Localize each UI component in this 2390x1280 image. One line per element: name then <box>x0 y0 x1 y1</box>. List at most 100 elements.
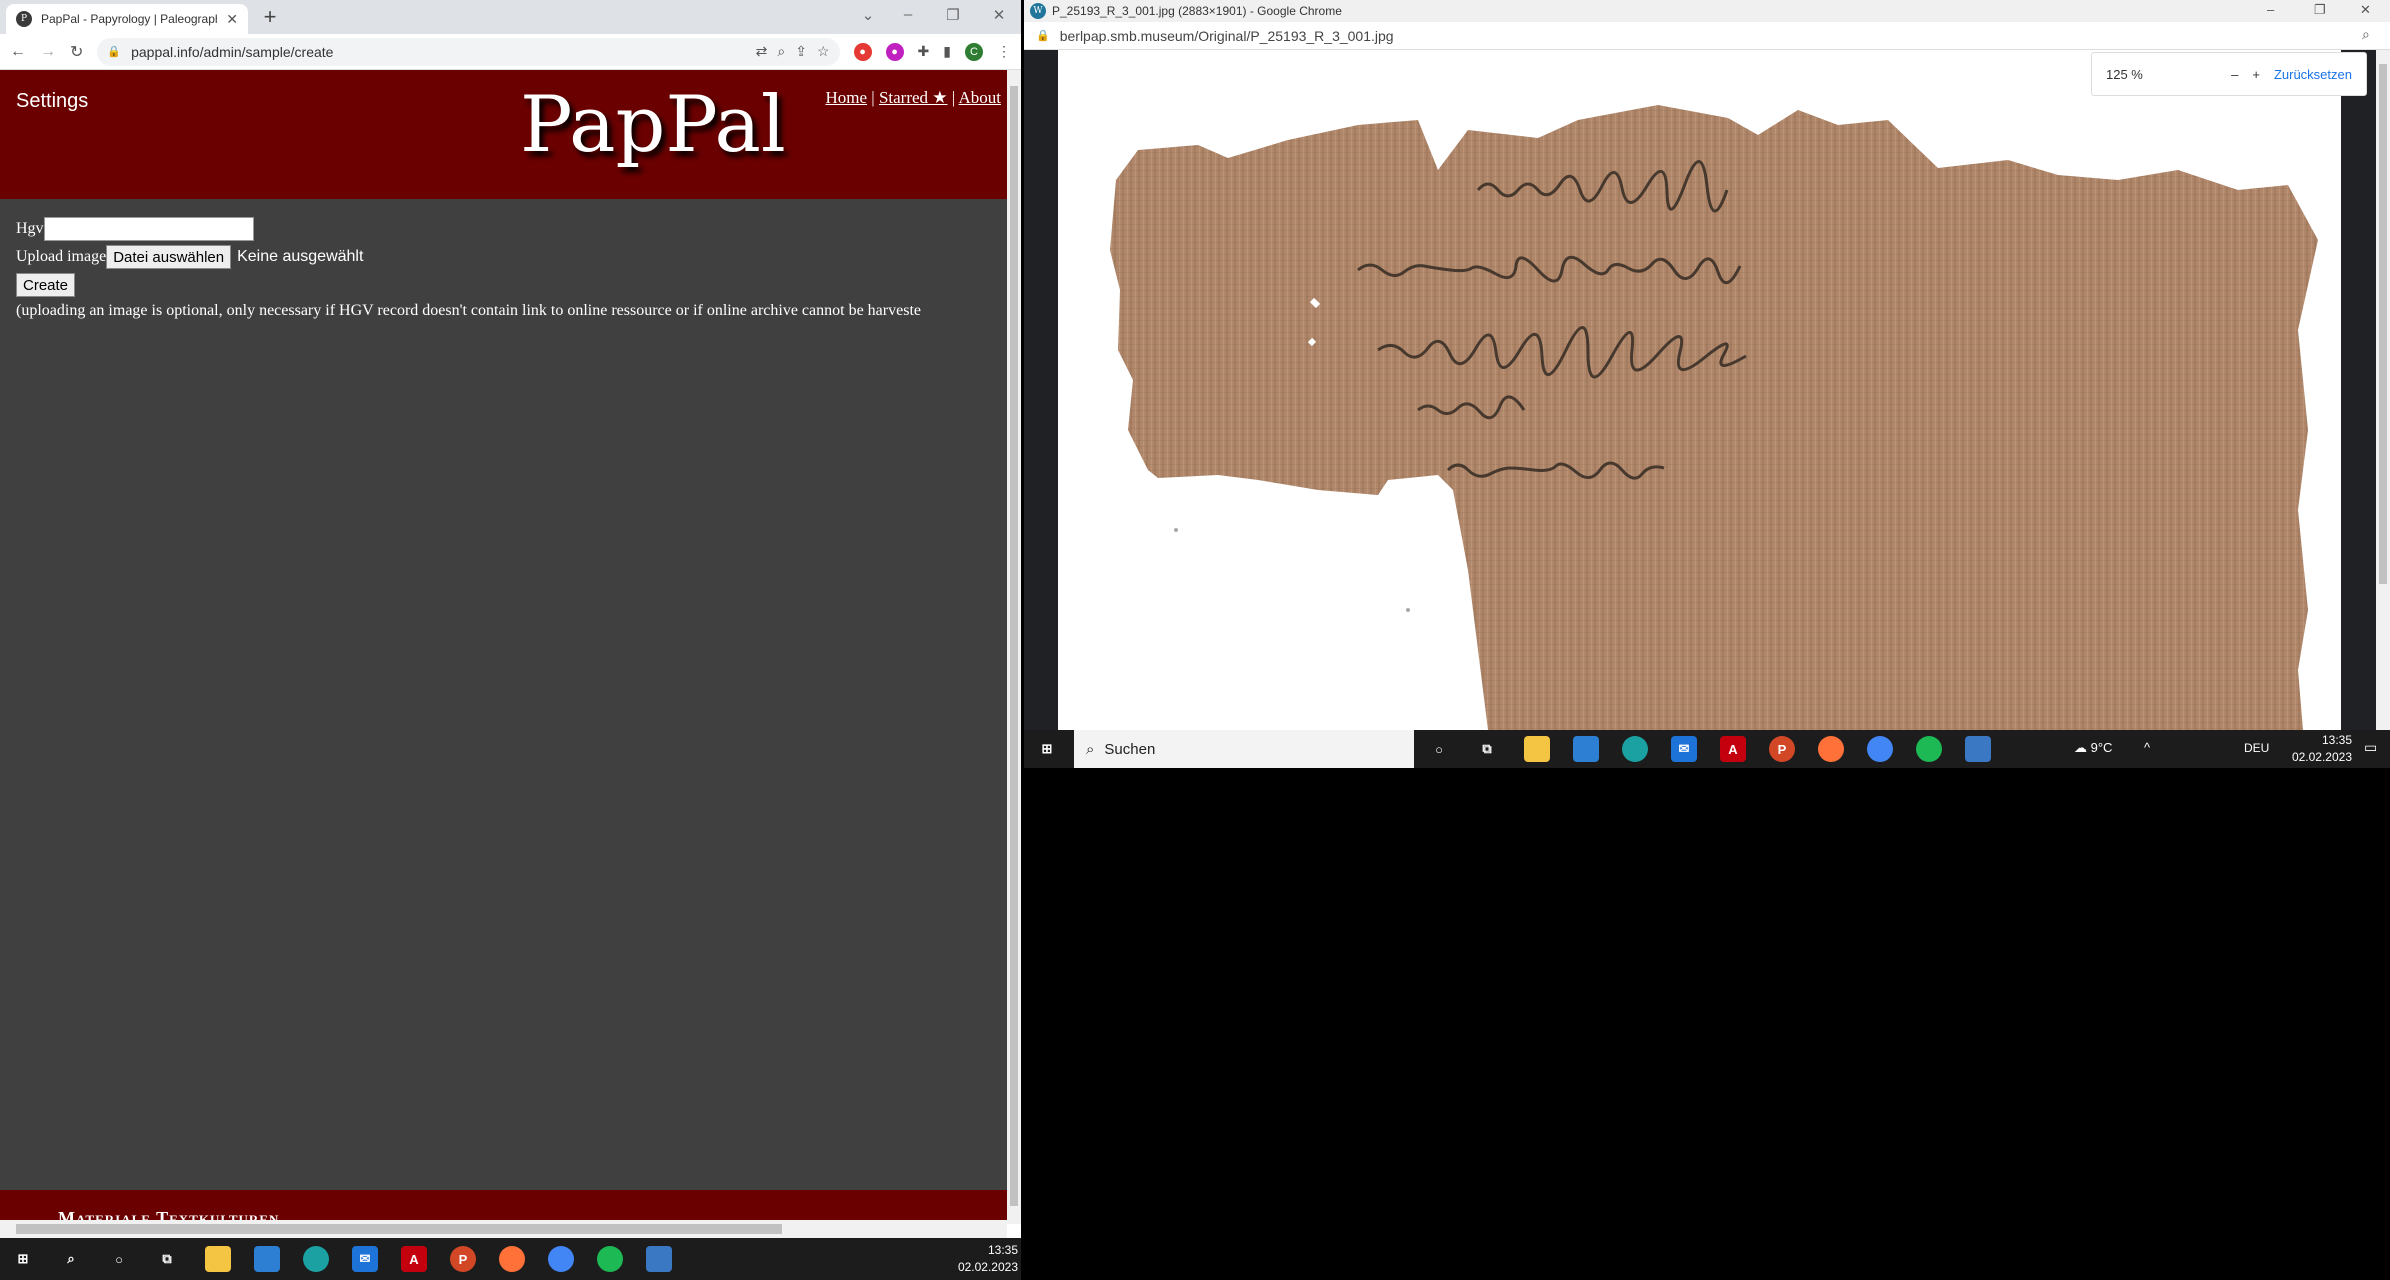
file-explorer-icon[interactable] <box>205 1246 231 1272</box>
right-minimize-icon[interactable]: – <box>2267 2 2274 17</box>
taskbar-clock[interactable]: 13:35 02.02.2023 <box>2274 732 2352 766</box>
footer-text: Materiale Textkulturen <box>58 1208 280 1220</box>
right-close-icon[interactable]: ✕ <box>2360 2 2371 18</box>
windows-start-icon[interactable]: ⊞ <box>10 1246 36 1272</box>
upload-label: Upload image <box>16 248 107 265</box>
weather-widget[interactable]: ☁ 9°C <box>2074 740 2112 756</box>
papyrus-image <box>1058 50 2341 730</box>
pappal-favicon-icon: P <box>16 11 32 27</box>
store-icon[interactable] <box>1573 736 1599 762</box>
zoom-reset-button[interactable]: Zurücksetzen <box>2274 67 2352 82</box>
store-icon[interactable] <box>254 1246 280 1272</box>
zoom-icon[interactable]: ⌕ <box>777 43 785 60</box>
sidepanel-icon[interactable]: ▮ <box>943 43 951 60</box>
acrobat-icon[interactable]: A <box>401 1246 427 1272</box>
hgv-row: Hgv <box>16 216 1007 242</box>
upload-note: (uploading an image is optional, only ne… <box>16 302 921 319</box>
close-tab-icon[interactable]: ✕ <box>226 11 238 28</box>
taskbar-top-display: ⊞ ⌕ Suchen ○ ⧉ ✉ A P ☁ 9°C ^ DEU 13:35 0… <box>1024 730 2390 768</box>
spotify-icon[interactable] <box>597 1246 623 1272</box>
notification-icon[interactable]: ▭ <box>2364 739 2377 756</box>
site-logo: PapPal <box>520 80 786 170</box>
create-button[interactable]: Create <box>16 273 76 297</box>
search-placeholder: Suchen <box>1104 740 1156 758</box>
create-sample-form: Hgv Upload image Datei auswählen Keine a… <box>16 216 1007 324</box>
mail-icon[interactable]: ✉ <box>352 1246 378 1272</box>
clock-date: 02.02.2023 <box>957 1260 1018 1274</box>
right-vertical-scrollbar-thumb[interactable] <box>2379 64 2387 584</box>
task-view-icon[interactable]: ⧉ <box>1474 736 1500 762</box>
windows-start-icon[interactable]: ⊞ <box>1034 736 1060 762</box>
zoom-level: 125 % <box>2106 66 2143 82</box>
site-footer: Materiale Textkulturen <box>0 1190 1007 1220</box>
menu-kebab-icon[interactable]: ⋮ <box>997 43 1011 60</box>
file-explorer-icon[interactable] <box>1524 736 1550 762</box>
taskbar-search-box[interactable]: ⌕ Suchen <box>1074 730 1414 768</box>
nav-home[interactable]: Home <box>825 88 867 107</box>
mail-icon[interactable]: ✉ <box>1671 736 1697 762</box>
firefox-icon[interactable] <box>1818 736 1844 762</box>
edge-icon[interactable] <box>1622 736 1648 762</box>
hgv-input[interactable] <box>43 217 254 241</box>
taskbar-bottom: ⊞ ⌕ ○ ⧉ ✉ A P 13:35 02.02.2023 <box>0 1238 1021 1280</box>
left-browser-window: P PapPal - Papyrology | Paleograph ✕ + ⌄… <box>0 0 1021 1238</box>
translate-icon[interactable]: ⇄ <box>756 43 768 60</box>
search-icon[interactable]: ⌕ <box>58 1246 84 1272</box>
photos-icon[interactable] <box>646 1246 672 1272</box>
vertical-scrollbar-thumb[interactable] <box>1010 86 1018 1206</box>
new-tab-button[interactable]: + <box>258 6 282 30</box>
zoom-out-button[interactable]: – <box>2231 67 2238 82</box>
back-icon[interactable]: ← <box>10 43 26 61</box>
extension-purple-icon[interactable]: ● <box>885 42 904 61</box>
browser-toolbar: ← → ↻ 🔒 pappal.info/admin/sample/create … <box>0 34 1021 70</box>
zoom-indicator-icon[interactable]: ⌕ <box>2362 26 2370 43</box>
tray-chevron-icon[interactable]: ^ <box>2144 740 2150 755</box>
address-url[interactable]: pappal.info/admin/sample/create <box>131 44 746 60</box>
tab-pappal[interactable]: P PapPal - Papyrology | Paleograph ✕ <box>6 4 248 34</box>
choose-file-button[interactable]: Datei auswählen <box>106 245 232 269</box>
address-bar[interactable]: 🔒 pappal.info/admin/sample/create ⇄ ⌕ ⇪ … <box>97 37 840 66</box>
right-window-title: P_25193_R_3_001.jpg (2883×1901) - Google… <box>1052 4 1342 18</box>
share-icon[interactable]: ⇪ <box>795 43 807 60</box>
cortana-icon[interactable]: ○ <box>1426 736 1452 762</box>
photos-icon[interactable] <box>1965 736 1991 762</box>
forward-icon[interactable]: → <box>40 43 56 61</box>
restore-icon[interactable]: ❐ <box>940 6 966 24</box>
settings-link[interactable]: Settings <box>16 90 88 113</box>
task-view-icon[interactable]: ⧉ <box>154 1246 180 1272</box>
extensions-puzzle-icon[interactable]: ✚ <box>918 43 930 60</box>
acrobat-icon[interactable]: A <box>1720 736 1746 762</box>
clock-time: 13:35 <box>2321 733 2352 747</box>
nav-separator: | <box>951 88 956 107</box>
clock-date: 02.02.2023 <box>2291 750 2352 764</box>
powerpoint-icon[interactable]: P <box>450 1246 476 1272</box>
close-window-icon[interactable]: ✕ <box>986 6 1012 24</box>
tab-search-icon[interactable]: ⌄ <box>855 6 881 24</box>
extension-red-icon[interactable]: ● <box>853 42 872 61</box>
edge-icon[interactable] <box>303 1246 329 1272</box>
cortana-icon[interactable]: ○ <box>106 1246 132 1272</box>
right-restore-icon[interactable]: ❐ <box>2314 2 2326 18</box>
reload-icon[interactable]: ↻ <box>70 42 83 62</box>
spotify-icon[interactable] <box>1916 736 1942 762</box>
nav-about[interactable]: About <box>959 88 1002 107</box>
powerpoint-icon[interactable]: P <box>1769 736 1795 762</box>
zoom-in-button[interactable]: + <box>2252 67 2260 82</box>
horizontal-scrollbar-thumb[interactable] <box>16 1224 782 1234</box>
right-address-bar[interactable]: 🔒 berlpap.smb.museum/Original/P_25193_R_… <box>1024 22 2390 50</box>
chrome-icon[interactable] <box>548 1246 574 1272</box>
minimize-icon[interactable]: – <box>895 6 921 23</box>
nav-starred[interactable]: Starred ★ <box>879 88 948 107</box>
profile-avatar[interactable]: C <box>965 42 983 61</box>
language-indicator[interactable]: DEU <box>2244 741 2269 755</box>
firefox-icon[interactable] <box>499 1246 525 1272</box>
taskbar-clock[interactable]: 13:35 02.02.2023 <box>930 1242 1018 1276</box>
site-header: Settings PapPal Home | Starred ★ | About <box>0 70 1007 199</box>
tab-strip: P PapPal - Papyrology | Paleograph ✕ + ⌄… <box>0 0 1021 34</box>
upload-row: Upload image Datei auswählen Keine ausge… <box>16 244 1007 270</box>
right-address-url[interactable]: berlpap.smb.museum/Original/P_25193_R_3_… <box>1060 28 1394 44</box>
hgv-label: Hgv <box>16 220 44 237</box>
bookmark-star-icon[interactable]: ☆ <box>817 43 830 60</box>
lock-icon: 🔒 <box>1036 30 1050 42</box>
chrome-icon[interactable] <box>1867 736 1893 762</box>
